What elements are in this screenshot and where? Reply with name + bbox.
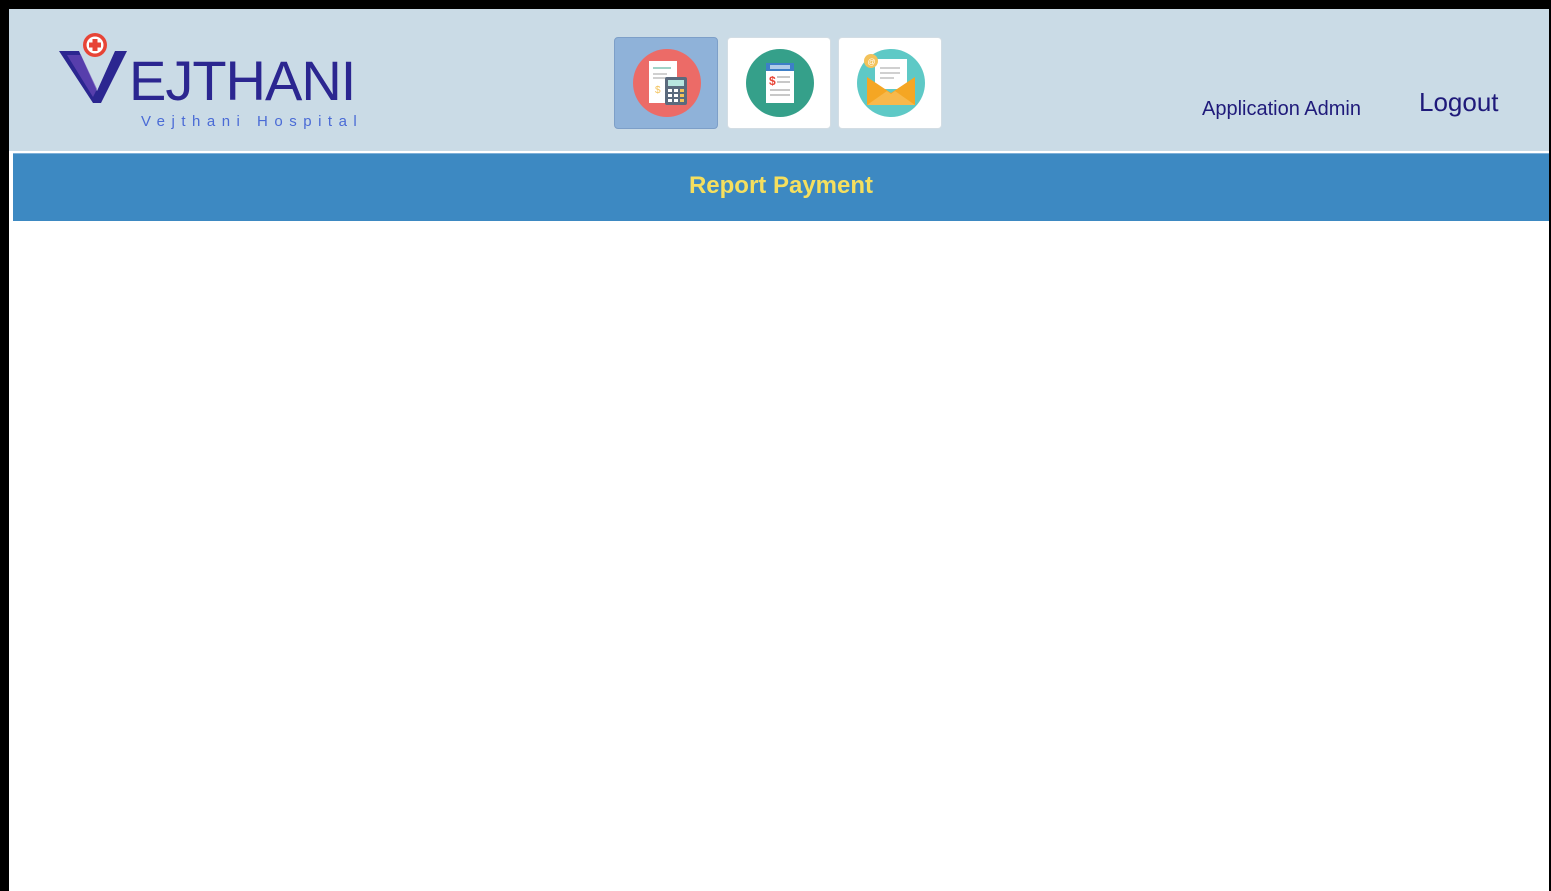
hospital-logo[interactable]: EJTHANI Vejthani Hospital [57,33,397,133]
current-user-name: Application Admin [1202,98,1361,120]
logo-v-cross-icon [59,33,127,103]
report-payment-button[interactable]: $ [614,37,718,129]
email-envelope-icon: @ [857,49,925,117]
logout-link[interactable]: Logout [1419,87,1499,117]
page-title: Report Payment [688,172,874,199]
invoice-document-icon: $ [746,49,814,117]
svg-text:@: @ [868,58,876,67]
header: EJTHANI Vejthani Hospital $ $ @ Applicat… [9,9,1549,151]
svg-text:$: $ [655,85,661,96]
logo-subtitle: Vejthani Hospital [141,113,364,130]
logo-wordmark: EJTHANI [129,49,356,112]
email-button[interactable]: @ [838,37,942,129]
main-content-area [13,221,1549,891]
svg-text:$: $ [769,74,776,88]
app-window: EJTHANI Vejthani Hospital $ $ @ Applicat… [9,9,1549,891]
invoice-button[interactable]: $ [727,37,831,129]
page-title-bar: Report Payment [13,153,1549,221]
calculator-receipt-icon: $ [633,49,701,117]
